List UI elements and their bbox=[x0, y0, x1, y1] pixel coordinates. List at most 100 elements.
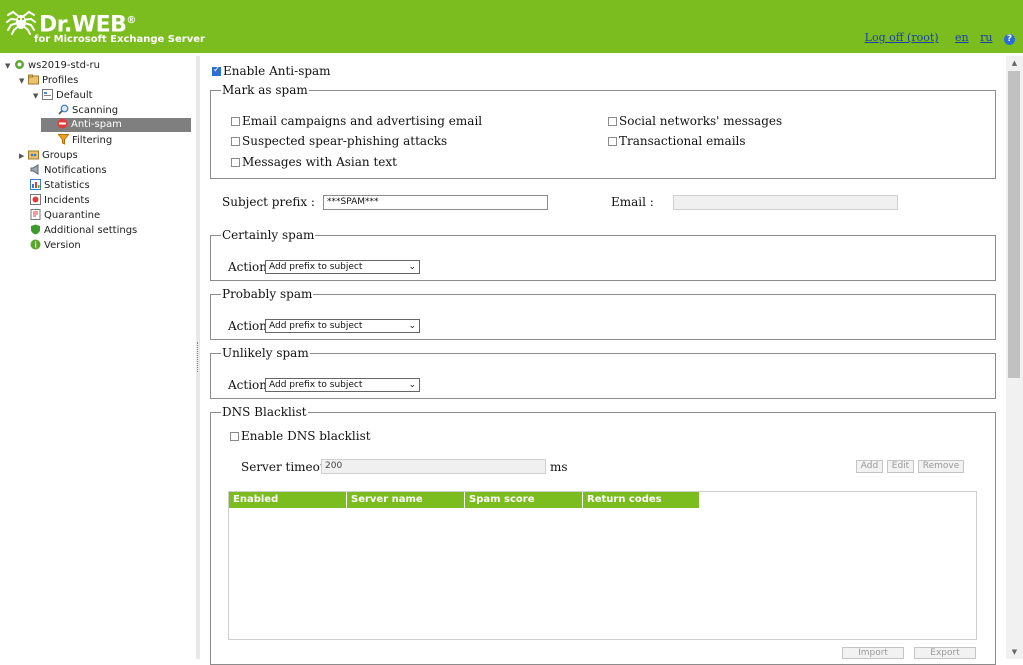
tree-antispam[interactable]: Anti-spam bbox=[41, 118, 191, 132]
asian-text-label: Messages with Asian text bbox=[242, 155, 397, 169]
splitter-grip[interactable] bbox=[197, 342, 199, 372]
probably-action-value: Add prefix to subject bbox=[269, 321, 363, 331]
email-campaigns-option: Email campaigns and advertising email bbox=[231, 114, 482, 128]
enable-dns-option: Enable DNS blacklist bbox=[230, 429, 371, 443]
logoff-link[interactable]: Log off (root) bbox=[865, 31, 939, 44]
timeout-unit-label: ms bbox=[550, 460, 568, 474]
quarantine-icon bbox=[30, 209, 41, 220]
spear-phishing-option: Suspected spear-phishing attacks bbox=[231, 134, 447, 148]
table-header: Enabled Server name Spam score Return co… bbox=[229, 492, 700, 508]
spear-phishing-label: Suspected spear-phishing attacks bbox=[242, 134, 448, 148]
tree-notifications-label: Notifications bbox=[44, 165, 107, 176]
asian-text-option: Messages with Asian text bbox=[231, 155, 397, 169]
email-campaigns-checkbox[interactable] bbox=[231, 117, 240, 126]
subject-prefix-input[interactable]: ***SPAM*** bbox=[323, 195, 548, 210]
asian-text-checkbox[interactable] bbox=[231, 158, 240, 167]
certainly-action-select[interactable]: Add prefix to subject ⌄ bbox=[265, 260, 420, 274]
tree-scanning-label: Scanning bbox=[72, 105, 119, 116]
profile-icon bbox=[42, 89, 53, 100]
spear-phishing-checkbox[interactable] bbox=[231, 137, 240, 146]
col-return-codes[interactable]: Return codes bbox=[583, 492, 700, 508]
header-links: Log off (root) en ru ? bbox=[855, 31, 1015, 45]
export-button[interactable]: Export bbox=[914, 647, 976, 659]
chart-icon bbox=[30, 179, 41, 190]
tree-statistics[interactable]: Statistics bbox=[30, 179, 90, 193]
unlikely-action-value: Add prefix to subject bbox=[269, 380, 363, 390]
dns-servers-table: Enabled Server name Spam score Return co… bbox=[228, 491, 977, 640]
collapse-arrow-icon[interactable]: ▶ bbox=[19, 149, 28, 163]
chevron-down-icon: ⌄ bbox=[408, 321, 416, 331]
tree-notifications[interactable]: Notifications bbox=[30, 164, 107, 178]
col-enabled[interactable]: Enabled bbox=[229, 492, 347, 508]
drweb-logo: Dr.WEB® for Microsoft Exchange Server bbox=[6, 7, 205, 49]
email-campaigns-label: Email campaigns and advertising email bbox=[242, 114, 483, 128]
chevron-down-icon: ⌄ bbox=[408, 380, 416, 390]
chevron-down-icon: ⌄ bbox=[408, 262, 416, 272]
help-icon[interactable]: ? bbox=[1004, 34, 1015, 45]
dns-blacklist-legend: DNS Blacklist bbox=[222, 405, 307, 419]
megaphone-icon bbox=[30, 164, 39, 175]
remove-server-button[interactable]: Remove bbox=[918, 460, 964, 473]
probably-spam-legend: Probably spam bbox=[222, 287, 313, 301]
folder-icon bbox=[28, 74, 39, 85]
tree-filtering[interactable]: Filtering bbox=[58, 134, 112, 148]
info-icon bbox=[30, 239, 41, 250]
import-button[interactable]: Import bbox=[842, 647, 904, 659]
enable-dns-checkbox[interactable] bbox=[230, 432, 239, 441]
certainly-action-value: Add prefix to subject bbox=[269, 262, 363, 272]
transactional-checkbox[interactable] bbox=[608, 137, 617, 146]
col-server-name[interactable]: Server name bbox=[347, 492, 465, 508]
email-input[interactable] bbox=[673, 195, 898, 210]
no-spam-icon bbox=[57, 118, 68, 129]
shield-icon bbox=[31, 224, 40, 235]
tree-groups[interactable]: ▶ Groups bbox=[19, 149, 78, 163]
unlikely-action-select[interactable]: Add prefix to subject ⌄ bbox=[265, 378, 420, 392]
mark-as-spam-group: Mark as spam Email campaigns and adverti… bbox=[210, 83, 996, 179]
social-networks-label: Social networks' messages bbox=[619, 114, 783, 128]
expand-arrow-icon[interactable]: ▼ bbox=[5, 59, 14, 73]
transactional-label: Transactional emails bbox=[619, 134, 746, 148]
transactional-option: Transactional emails bbox=[608, 134, 746, 148]
unlikely-spam-group: Unlikely spam Action Add prefix to subje… bbox=[210, 346, 996, 399]
enable-antispam-label: Enable Anti-spam bbox=[223, 64, 331, 78]
antispam-settings-panel: Enable Anti-spam Mark as spam Email camp… bbox=[203, 56, 1006, 665]
scroll-up-icon[interactable]: ▲ bbox=[1006, 56, 1023, 70]
tree-filtering-label: Filtering bbox=[72, 135, 113, 146]
tree-quarantine[interactable]: Quarantine bbox=[30, 209, 100, 223]
social-networks-checkbox[interactable] bbox=[608, 117, 617, 126]
tree-server[interactable]: ▼ ws2019-std-ru bbox=[5, 59, 100, 73]
vertical-scrollbar[interactable]: ▲ ▼ bbox=[1006, 56, 1023, 659]
tree-profiles[interactable]: ▼ Profiles bbox=[19, 74, 78, 88]
lang-en-link[interactable]: en bbox=[955, 31, 969, 44]
brand-subtitle: for Microsoft Exchange Server bbox=[34, 34, 205, 45]
enable-antispam-checkbox[interactable] bbox=[212, 65, 221, 76]
app-header: Dr.WEB® for Microsoft Exchange Server Lo… bbox=[0, 0, 1023, 53]
probably-action-select[interactable]: Add prefix to subject ⌄ bbox=[265, 319, 420, 333]
tree-additional-label: Additional settings bbox=[44, 225, 138, 236]
scroll-thumb[interactable] bbox=[1008, 71, 1020, 378]
lang-ru-link[interactable]: ru bbox=[980, 31, 992, 44]
tree-default-label: Default bbox=[56, 90, 93, 101]
tree-incidents[interactable]: Incidents bbox=[30, 194, 90, 208]
certainly-spam-group: Certainly spam Action Add prefix to subj… bbox=[210, 228, 996, 281]
mark-as-spam-legend: Mark as spam bbox=[222, 83, 308, 97]
edit-server-button[interactable]: Edit bbox=[887, 460, 914, 473]
server-icon bbox=[15, 60, 24, 69]
social-networks-option: Social networks' messages bbox=[608, 114, 782, 128]
expand-arrow-icon[interactable]: ▼ bbox=[33, 89, 42, 103]
tree-additional-settings[interactable]: Additional settings bbox=[30, 224, 137, 238]
unlikely-action-label: Action bbox=[228, 378, 267, 392]
tree-quarantine-label: Quarantine bbox=[44, 210, 101, 221]
certainly-action-label: Action bbox=[228, 260, 267, 274]
groups-folder-icon bbox=[28, 150, 39, 160]
tree-scanning[interactable]: Scanning bbox=[58, 104, 118, 118]
spider-logo-icon bbox=[6, 10, 36, 35]
unlikely-spam-legend: Unlikely spam bbox=[222, 346, 309, 360]
tree-default[interactable]: ▼ Default bbox=[33, 89, 93, 103]
add-server-button[interactable]: Add bbox=[856, 460, 883, 473]
tree-version[interactable]: Version bbox=[30, 239, 81, 253]
expand-arrow-icon[interactable]: ▼ bbox=[19, 74, 28, 88]
server-timeout-input[interactable]: 200 bbox=[321, 459, 546, 474]
col-spam-score[interactable]: Spam score bbox=[465, 492, 583, 508]
scroll-down-icon[interactable]: ▼ bbox=[1006, 645, 1023, 659]
